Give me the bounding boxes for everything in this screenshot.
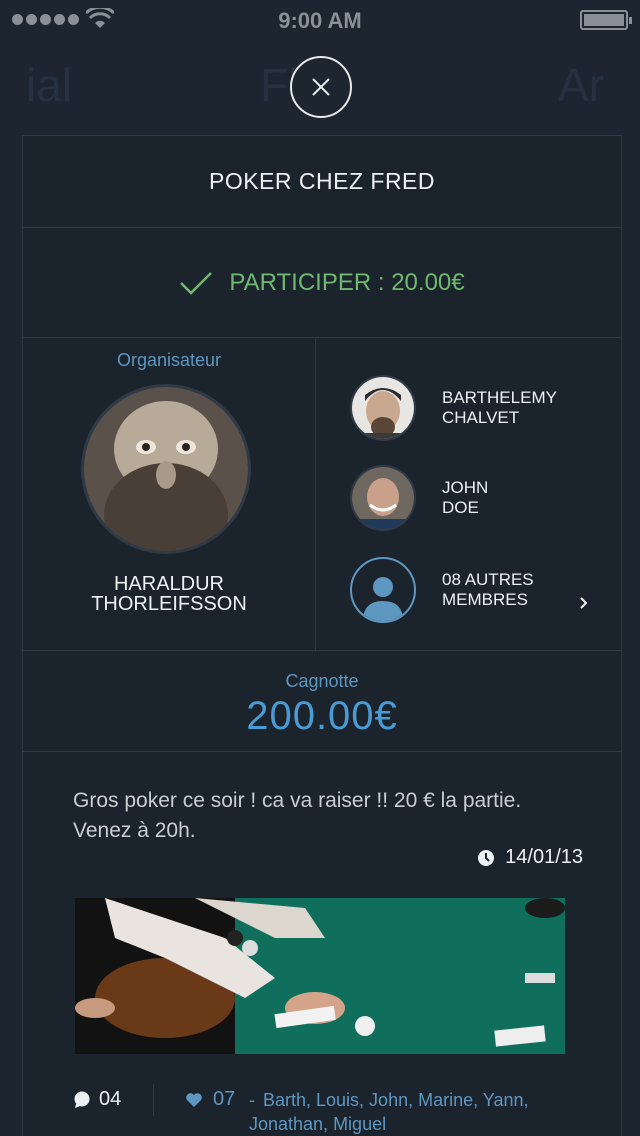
organizer-name-line2: THORLEIFSSON [91,593,247,615]
member-name: BARTHELEMY CHALVET [442,388,557,428]
organizer-name-line1: HARALDUR [113,573,225,595]
chevron-right-icon[interactable] [579,594,589,615]
other-members-label: 08 AUTRES MEMBRES [442,570,534,610]
member-name-line1: 08 AUTRES [442,570,534,589]
comments-count: 04 [99,1088,122,1110]
avatar [350,375,416,441]
event-date: 14/01/13 [477,846,583,869]
organizer-label: Organisateur [116,350,222,370]
likers-names: Barth, Louis, John, Marine, Yann, Jonath… [249,1090,529,1134]
event-card: POKER CHEZ FRED PARTICIPER : 20.00€ Orga… [22,135,622,1136]
member-name-line2: CHALVET [442,408,520,427]
heart-icon [186,1092,202,1107]
close-button[interactable] [290,56,352,118]
member-name-line1: JOHN [442,478,489,497]
user-placeholder-icon [350,557,416,623]
event-title: POKER CHEZ FRED [23,136,621,228]
member-name-line2: MEMBRES [442,590,528,609]
status-time: 9:00 AM [278,8,362,33]
organizer-avatar [81,384,251,554]
likers-list[interactable]: - Barth, Louis, John, Marine, Yann, Jonat… [249,1088,609,1136]
event-footer: 04 07 - Barth, Louis, John, Marine, Yann,… [73,1084,603,1136]
bg-nav-right: Ar [558,59,604,111]
avatar [350,465,416,531]
other-members-item[interactable]: 08 AUTRES MEMBRES [350,556,610,624]
pot-section: Cagnotte 200.00€ [23,651,621,752]
battery-icon [580,10,632,30]
likers-dash: - [249,1090,255,1110]
close-icon [312,78,330,96]
event-photo[interactable] [75,898,565,1054]
footer-divider [153,1084,154,1116]
bg-nav-left: ial [26,59,73,111]
comment-icon [74,1091,90,1108]
likes-button[interactable]: 07 [185,1088,235,1111]
organizer-panel[interactable]: Organisateur HARALDUR THORLEIFSSON [23,338,316,650]
participate-button[interactable]: PARTICIPER : 20.00€ [23,228,621,338]
organizer-name: HARALDUR THORLEIFSSON [23,574,315,614]
event-message: Gros poker ce soir ! ca va raiser !! 20 … [73,789,522,842]
comments-button[interactable]: 04 [73,1088,121,1111]
member-item[interactable]: JOHN DOE [350,464,610,532]
pot-value: 200.00€ [246,694,398,738]
status-bar: 9:00 AM [0,0,640,40]
member-item[interactable]: BARTHELEMY CHALVET [350,374,610,442]
member-name-line1: BARTHELEMY [442,388,557,407]
clock-icon [478,849,495,866]
member-name-line2: DOE [442,498,479,517]
check-icon [180,271,213,295]
pot-label: Cagnotte [285,671,359,691]
people-section: Organisateur HARALDUR THORLEIFSSON BARTH… [23,338,621,651]
members-panel: BARTHELEMY CHALVET JOHN DOE 08 AUTRES ME… [316,338,621,650]
date-text: 14/01/13 [505,846,583,868]
participate-label: PARTICIPER : 20.00€ [229,268,465,296]
likes-count: 07 [213,1088,236,1110]
member-name: JOHN DOE [442,478,488,518]
